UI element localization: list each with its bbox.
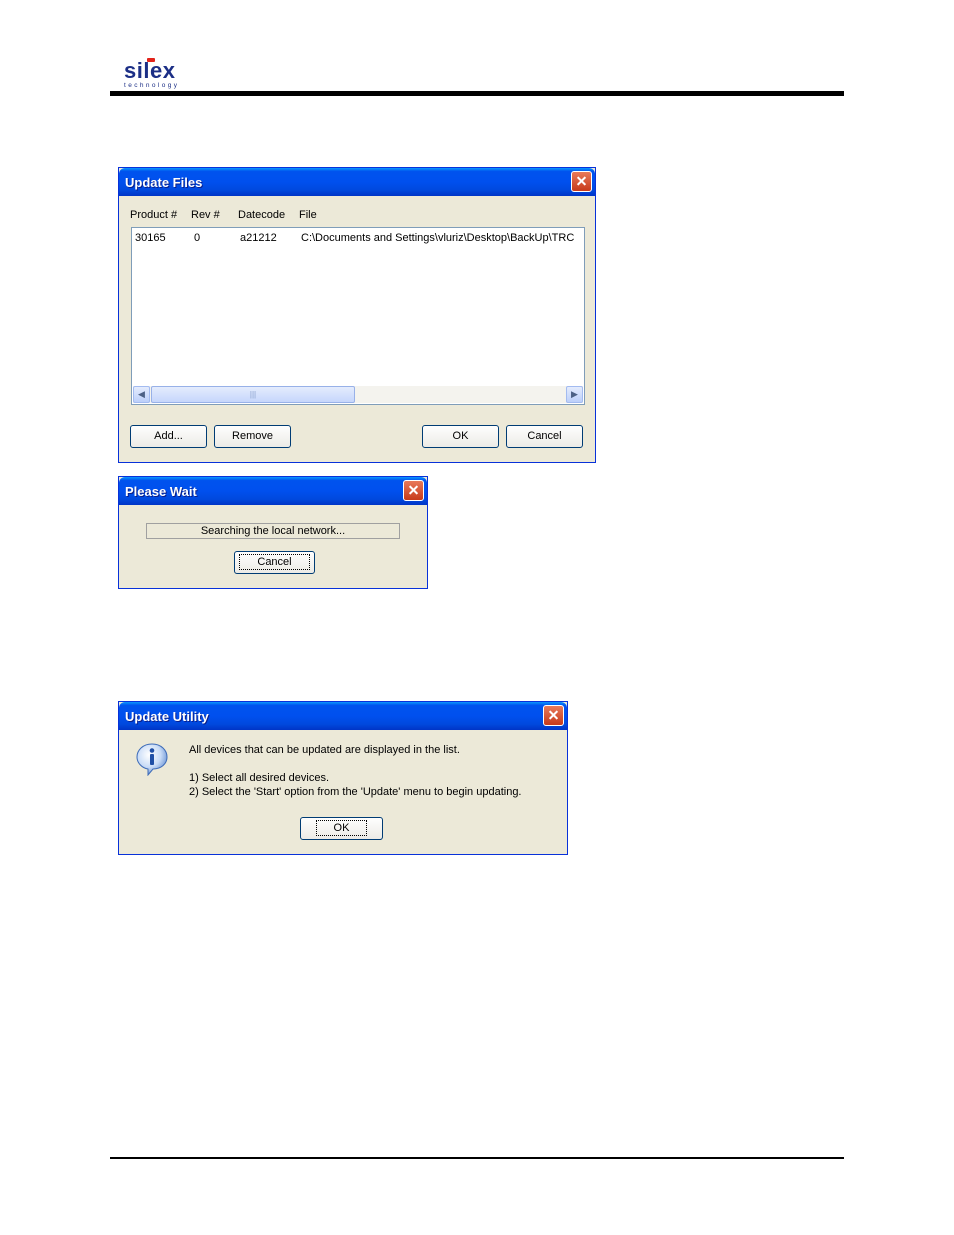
silex-logo: silex technology [124, 58, 194, 92]
update-files-title: Update Files [125, 175, 203, 190]
footer-rule [110, 1157, 844, 1159]
files-list[interactable]: 30165 0 a21212 C:\Documents and Settings… [131, 227, 585, 405]
column-header-datecode[interactable]: Datecode [238, 209, 285, 221]
update-utility-title: Update Utility [125, 709, 209, 724]
please-wait-titlebar[interactable]: Please Wait [119, 477, 427, 505]
logo-subtitle: technology [124, 82, 180, 89]
logo-brand: silex [124, 58, 176, 83]
column-header-rev[interactable]: Rev # [191, 209, 220, 221]
ok-button-label: OK [315, 820, 368, 836]
close-icon[interactable] [571, 171, 592, 192]
update-files-body: Product # Rev # Datecode File 30165 0 a2… [122, 196, 592, 459]
close-icon[interactable] [403, 480, 424, 501]
add-button-label: Add... [154, 430, 183, 442]
ok-button[interactable]: OK [300, 817, 383, 840]
update-utility-titlebar[interactable]: Update Utility [119, 702, 567, 730]
cell-rev: 0 [194, 232, 201, 244]
please-wait-dialog: Please Wait Searching the local network.… [118, 476, 428, 589]
scroll-left-icon[interactable]: ◀ [133, 386, 150, 403]
cell-file: C:\Documents and Settings\vluriz\Desktop… [301, 232, 575, 244]
update-utility-dialog: Update Utility All devices that can be u… [118, 701, 568, 855]
update-files-titlebar[interactable]: Update Files [119, 168, 595, 196]
please-wait-body: Searching the local network... Cancel [122, 505, 424, 585]
cancel-button-label: Cancel [527, 430, 562, 442]
info-icon [136, 743, 168, 776]
search-status: Searching the local network... [146, 523, 400, 539]
column-header-file[interactable]: File [299, 209, 317, 221]
cancel-button[interactable]: Cancel [506, 425, 583, 448]
info-message-line2: 1) Select all desired devices. [189, 772, 330, 784]
cancel-search-button[interactable]: Cancel [234, 551, 315, 574]
remove-button-label: Remove [232, 430, 273, 442]
add-button[interactable]: Add... [130, 425, 207, 448]
scroll-right-icon[interactable]: ▶ [566, 386, 583, 403]
remove-button[interactable]: Remove [214, 425, 291, 448]
column-header-product[interactable]: Product # [130, 209, 177, 221]
ok-button[interactable]: OK [422, 425, 499, 448]
close-icon[interactable] [543, 705, 564, 726]
please-wait-title: Please Wait [125, 484, 197, 499]
header-rule [110, 91, 844, 96]
info-message-line1: All devices that can be updated are disp… [189, 744, 460, 756]
update-utility-body: All devices that can be updated are disp… [122, 730, 564, 851]
horizontal-scrollbar[interactable]: ◀ ||| ▶ [133, 386, 583, 403]
cancel-search-label: Cancel [239, 554, 310, 570]
cell-product: 30165 [135, 232, 166, 244]
scroll-grip-icon: ||| [249, 390, 257, 399]
table-row[interactable]: 30165 0 a21212 C:\Documents and Settings… [132, 228, 584, 246]
cell-datecode: a21212 [240, 232, 277, 244]
scroll-thumb[interactable]: ||| [151, 386, 355, 403]
info-message-line3: 2) Select the 'Start' option from the 'U… [189, 786, 522, 798]
ok-button-label: OK [452, 430, 469, 442]
update-files-dialog: Update Files Product # Rev # Datecode Fi… [118, 167, 596, 463]
